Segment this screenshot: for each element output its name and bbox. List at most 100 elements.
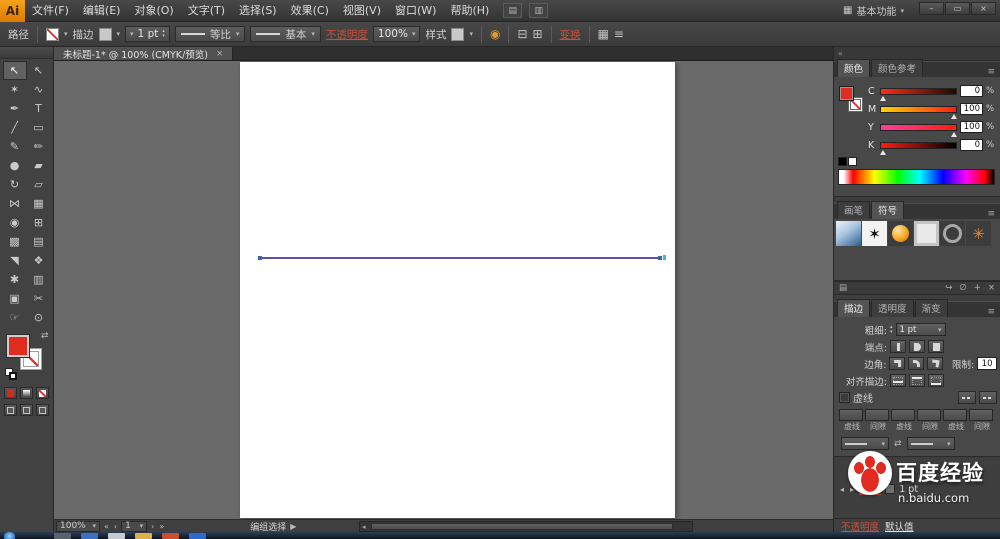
projecting-cap-button[interactable] xyxy=(928,340,944,353)
bevel-join-button[interactable] xyxy=(927,357,943,370)
color-slider-track[interactable] xyxy=(880,141,957,155)
menu-item-7[interactable]: 视图(V) xyxy=(336,0,388,22)
appearance-opacity-link[interactable]: 不透明度 xyxy=(841,519,879,533)
white-swatch[interactable] xyxy=(848,157,857,166)
arrange-documents-icon[interactable]: ▤ xyxy=(503,3,523,18)
round-cap-button[interactable] xyxy=(909,340,925,353)
swap-arrowheads-icon[interactable]: ⇄ xyxy=(894,439,902,449)
perspective-grid-tool[interactable]: ⊞ xyxy=(27,213,51,232)
close-button[interactable]: × xyxy=(971,2,996,15)
draw-behind-button[interactable] xyxy=(20,404,33,416)
artboard-tool[interactable]: ▣ xyxy=(3,289,27,308)
align-stroke-center-button[interactable] xyxy=(890,374,906,387)
appearance-opacity-value[interactable]: 默认值 xyxy=(885,519,914,533)
align-vertical-icon[interactable]: ⊞ xyxy=(533,27,543,41)
panel-menu-icon[interactable]: ≡ xyxy=(985,209,997,219)
color-mode-button[interactable] xyxy=(4,387,17,399)
hand-tool[interactable]: ☞ xyxy=(3,308,27,327)
taskbar-icon-5[interactable] xyxy=(162,533,179,539)
channel-value-field[interactable]: 100 xyxy=(960,103,983,115)
start-button[interactable] xyxy=(4,532,15,539)
channel-value-field[interactable]: 0 xyxy=(960,139,983,151)
blob-brush-tool[interactable]: ● xyxy=(3,156,27,175)
weight-stepper[interactable]: ▴ ▾ xyxy=(890,324,893,335)
free-transform-tool[interactable]: ▦ xyxy=(27,194,51,213)
draw-normal-button[interactable] xyxy=(4,404,17,416)
rectangle-tool[interactable]: ▭ xyxy=(27,118,51,137)
first-artboard-button[interactable]: « xyxy=(103,522,110,531)
opacity-panel-link[interactable]: 不透明度 xyxy=(326,27,368,42)
recolor-artwork-icon[interactable]: ◉ xyxy=(490,27,500,41)
tab-close-icon[interactable]: × xyxy=(216,49,224,59)
menu-item-2[interactable]: 编辑(E) xyxy=(76,0,128,22)
panel-menu-icon[interactable]: ≡ xyxy=(985,67,997,77)
dash-align-button[interactable] xyxy=(979,391,997,404)
eraser-tool[interactable]: ▰ xyxy=(27,156,51,175)
zoom-tool[interactable]: ⊙ xyxy=(27,308,51,327)
color-slider-track[interactable] xyxy=(880,123,957,137)
artboard[interactable] xyxy=(240,62,675,518)
chevron-down-icon[interactable]: ▾ xyxy=(64,30,68,38)
dash-field-1[interactable] xyxy=(839,409,863,421)
miter-limit-field[interactable]: 10 xyxy=(977,357,997,370)
stroke-tab-1[interactable]: 描边 xyxy=(837,299,871,317)
width-profile-dropdown[interactable]: 等比 ▾ xyxy=(174,26,246,42)
color-slider-thumb[interactable] xyxy=(950,113,957,119)
menu-item-9[interactable]: 帮助(H) xyxy=(443,0,496,22)
dash-field-3[interactable] xyxy=(891,409,915,421)
taskbar-icon-6[interactable] xyxy=(189,533,206,539)
document-tab[interactable]: 未标题-1* @ 100% (CMYK/预览) × xyxy=(54,47,234,61)
rotate-tool[interactable]: ↻ xyxy=(3,175,27,194)
canvas[interactable] xyxy=(54,61,833,519)
panel-menu-icon[interactable]: ≡ xyxy=(985,307,997,317)
weight-stepper[interactable]: ▴ ▾ xyxy=(162,29,165,39)
symbol-orange-flower[interactable] xyxy=(966,221,991,246)
channel-value-field[interactable]: 100 xyxy=(960,121,983,133)
horizontal-scrollbar[interactable]: ◂ xyxy=(359,521,693,532)
selection-tool[interactable]: ↖ xyxy=(2,61,27,80)
down-icon[interactable]: ▾ xyxy=(162,34,165,39)
pencil-tool[interactable]: ✏ xyxy=(27,137,51,156)
anchor-point-right[interactable] xyxy=(658,256,662,260)
next-icon[interactable]: ▸ xyxy=(849,485,855,494)
minimize-button[interactable]: – xyxy=(919,2,944,15)
menu-item-5[interactable]: 选择(S) xyxy=(232,0,284,22)
draw-inside-button[interactable] xyxy=(36,404,49,416)
selected-line-path[interactable] xyxy=(260,257,660,259)
symbol-gear[interactable] xyxy=(940,221,965,246)
stroke-tab-2[interactable]: 透明度 xyxy=(871,299,914,317)
scroll-left-icon[interactable]: ◂ xyxy=(362,523,366,531)
miter-join-button[interactable] xyxy=(889,357,906,370)
taskbar-icon-1[interactable] xyxy=(54,533,71,539)
mesh-tool[interactable]: ▩ xyxy=(3,232,27,251)
scale-tool[interactable]: ▱ xyxy=(27,175,51,194)
dash-field-6[interactable] xyxy=(969,409,993,421)
scrollbar-thumb[interactable] xyxy=(371,523,673,530)
fill-stroke-indicator[interactable] xyxy=(839,86,865,116)
arrowhead-end-dropdown[interactable]: ▾ xyxy=(906,437,955,450)
color-slider-thumb[interactable] xyxy=(880,149,887,155)
round-join-button[interactable] xyxy=(908,357,925,370)
stroke-tab-3[interactable]: 渐变 xyxy=(914,299,948,317)
last-artboard-button[interactable]: » xyxy=(158,522,165,531)
status-expand-icon[interactable]: ▶ xyxy=(289,522,297,531)
dash-preserve-button[interactable] xyxy=(958,391,976,404)
taskbar-icon-3[interactable] xyxy=(108,533,125,539)
slice-tool[interactable]: ✂ xyxy=(27,289,51,308)
menu-item-4[interactable]: 文字(T) xyxy=(181,0,232,22)
eyedropper-tool[interactable]: ◥ xyxy=(3,251,27,270)
magic-wand-tool[interactable]: ✶ xyxy=(3,80,27,99)
butt-cap-button[interactable] xyxy=(890,340,906,353)
stroke-color-swatch[interactable] xyxy=(98,27,112,41)
symbol-orange-orb[interactable] xyxy=(888,221,913,246)
symbol-flower-silhouette[interactable] xyxy=(862,221,887,246)
fill-swatch[interactable] xyxy=(6,335,29,357)
gradient-tool[interactable]: ▤ xyxy=(27,232,51,251)
symbol-gradient-square[interactable] xyxy=(836,221,861,246)
symbols-tab-1[interactable]: 画笔 xyxy=(837,201,871,219)
next-artboard-button[interactable]: › xyxy=(150,522,155,531)
document-layout-icon[interactable]: ▥ xyxy=(529,3,549,18)
align-stroke-outside-button[interactable] xyxy=(928,374,944,387)
delete-symbol-icon[interactable]: × xyxy=(988,283,995,293)
swap-colors-icon[interactable]: ⇄ xyxy=(41,331,49,341)
